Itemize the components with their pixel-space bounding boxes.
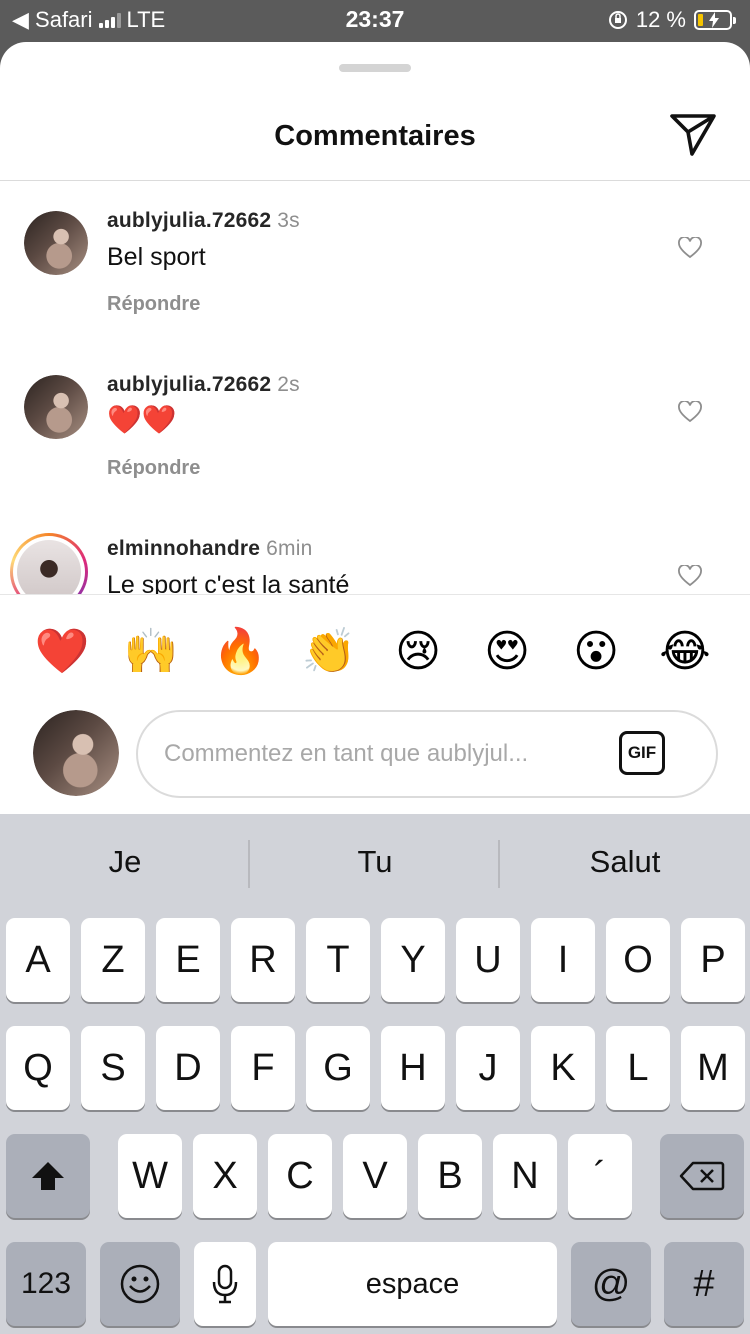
key-k[interactable]: K <box>531 1026 595 1110</box>
comment-input-field[interactable]: Commentez en tant que aublyjul... GIF <box>136 710 718 798</box>
suggestion-2[interactable]: Tu <box>250 844 500 880</box>
key-r[interactable]: R <box>231 918 295 1002</box>
comment-username[interactable]: elminnohandre <box>107 537 260 560</box>
suggestion-3[interactable]: Salut <box>500 844 750 880</box>
key-e[interactable]: E <box>156 918 220 1002</box>
key-a[interactable]: A <box>6 918 70 1002</box>
comments-divider <box>0 594 750 595</box>
story-avatar[interactable] <box>10 533 88 594</box>
key-i[interactable]: I <box>531 918 595 1002</box>
key-y[interactable]: Y <box>381 918 445 1002</box>
key-j[interactable]: J <box>456 1026 520 1110</box>
key-m[interactable]: M <box>681 1026 745 1110</box>
comment-text: ❤️❤️ <box>107 404 177 435</box>
comment-time: 3s <box>277 209 300 232</box>
key-w[interactable]: W <box>118 1134 182 1218</box>
key-v[interactable]: V <box>343 1134 407 1218</box>
key-t[interactable]: T <box>306 918 370 1002</box>
comment-item: aublyjulia.72662 3s Bel sport Répondre <box>0 181 750 331</box>
comment-username[interactable]: aublyjulia.72662 <box>107 373 271 396</box>
shift-key[interactable] <box>6 1134 90 1218</box>
comment-time: 6min <box>266 537 313 560</box>
emoji-keyboard-key[interactable] <box>100 1242 180 1326</box>
battery-icon <box>694 10 736 30</box>
avatar[interactable] <box>24 375 88 439</box>
comment-input[interactable]: Commentez en tant que aublyjul... <box>164 740 594 768</box>
heart-outline-icon[interactable] <box>678 401 702 423</box>
reply-button[interactable]: Répondre <box>107 293 200 316</box>
key-p[interactable]: P <box>681 918 745 1002</box>
share-button[interactable] <box>668 112 718 158</box>
key-h[interactable]: H <box>381 1026 445 1110</box>
status-bar: ◀ Safari LTE 23:37 12 % <box>0 0 750 40</box>
orientation-lock-icon <box>608 11 627 29</box>
delete-key[interactable] <box>660 1134 744 1218</box>
keyboard: Je Tu Salut A Z E R T Y U I O P Q S D F … <box>0 814 750 1334</box>
key-d[interactable]: D <box>156 1026 220 1110</box>
key-u[interactable]: U <box>456 918 520 1002</box>
sheet-grabber[interactable] <box>339 64 411 72</box>
key-x[interactable]: X <box>193 1134 257 1218</box>
gif-button[interactable]: GIF <box>619 731 665 775</box>
heart-outline-icon[interactable] <box>678 237 702 259</box>
key-s[interactable]: S <box>81 1026 145 1110</box>
backspace-icon <box>679 1161 725 1191</box>
comment-username[interactable]: aublyjulia.72662 <box>107 209 271 232</box>
screen: ◀ Safari LTE 23:37 12 % Commentaires aub… <box>0 0 750 1334</box>
at-key[interactable]: @ <box>571 1242 651 1326</box>
status-right: 12 % <box>608 7 736 33</box>
paper-plane-icon <box>670 114 716 156</box>
microphone-icon <box>212 1264 238 1304</box>
emoji-surprised[interactable]: 😮 <box>566 622 626 682</box>
key-g[interactable]: G <box>306 1026 370 1110</box>
avatar[interactable] <box>24 211 88 275</box>
comments-list[interactable]: aublyjulia.72662 3s Bel sport Répondre au… <box>0 181 750 594</box>
smiley-icon <box>120 1264 160 1304</box>
emoji-laughing[interactable]: 😂 <box>655 622 715 682</box>
suggestion-1[interactable]: Je <box>0 844 250 880</box>
comment-text: Bel sport <box>107 243 206 271</box>
key-z[interactable]: Z <box>81 918 145 1002</box>
comment-time: 2s <box>277 373 300 396</box>
comment-text: Le sport c'est la santé <box>107 571 350 594</box>
key-acute-accent[interactable]: ´ <box>568 1134 632 1218</box>
sheet-title: Commentaires <box>274 120 476 152</box>
comment-header: elminnohandre 6min <box>107 537 312 561</box>
emoji-clapping[interactable]: 👏 <box>299 622 359 682</box>
emoji-crying[interactable]: 😢 <box>388 622 448 682</box>
space-key[interactable]: espace <box>268 1242 557 1326</box>
numbers-key[interactable]: 123 <box>6 1242 86 1326</box>
emoji-fire[interactable]: 🔥 <box>210 622 270 682</box>
dictation-key[interactable] <box>194 1242 256 1326</box>
key-o[interactable]: O <box>606 918 670 1002</box>
emoji-red-heart[interactable]: ❤️ <box>32 622 92 682</box>
battery-percent: 12 % <box>635 7 686 32</box>
composer-avatar <box>33 710 119 796</box>
key-n[interactable]: N <box>493 1134 557 1218</box>
shift-arrow-icon <box>32 1162 64 1190</box>
comments-sheet: Commentaires aublyjulia.72662 3s Bel spor… <box>0 42 750 814</box>
heart-outline-icon[interactable] <box>678 565 702 587</box>
key-f[interactable]: F <box>231 1026 295 1110</box>
key-b[interactable]: B <box>418 1134 482 1218</box>
comment-item: elminnohandre 6min Le sport c'est la sant… <box>0 509 750 594</box>
emoji-heart-eyes[interactable]: 😍 <box>477 622 537 682</box>
hash-key[interactable]: # <box>664 1242 744 1326</box>
emoji-raising-hands[interactable]: 🙌 <box>121 622 181 682</box>
reply-button[interactable]: Répondre <box>107 457 200 480</box>
comment-header: aublyjulia.72662 3s <box>107 209 300 233</box>
comment-item: aublyjulia.72662 2s ❤️❤️ Répondre <box>0 345 750 495</box>
emoji-quick-bar: ❤️ 🙌 🔥 👏 😢 😍 😮 😂 <box>0 622 750 682</box>
comment-header: aublyjulia.72662 2s <box>107 373 300 397</box>
key-q[interactable]: Q <box>6 1026 70 1110</box>
key-c[interactable]: C <box>268 1134 332 1218</box>
key-l[interactable]: L <box>606 1026 670 1110</box>
